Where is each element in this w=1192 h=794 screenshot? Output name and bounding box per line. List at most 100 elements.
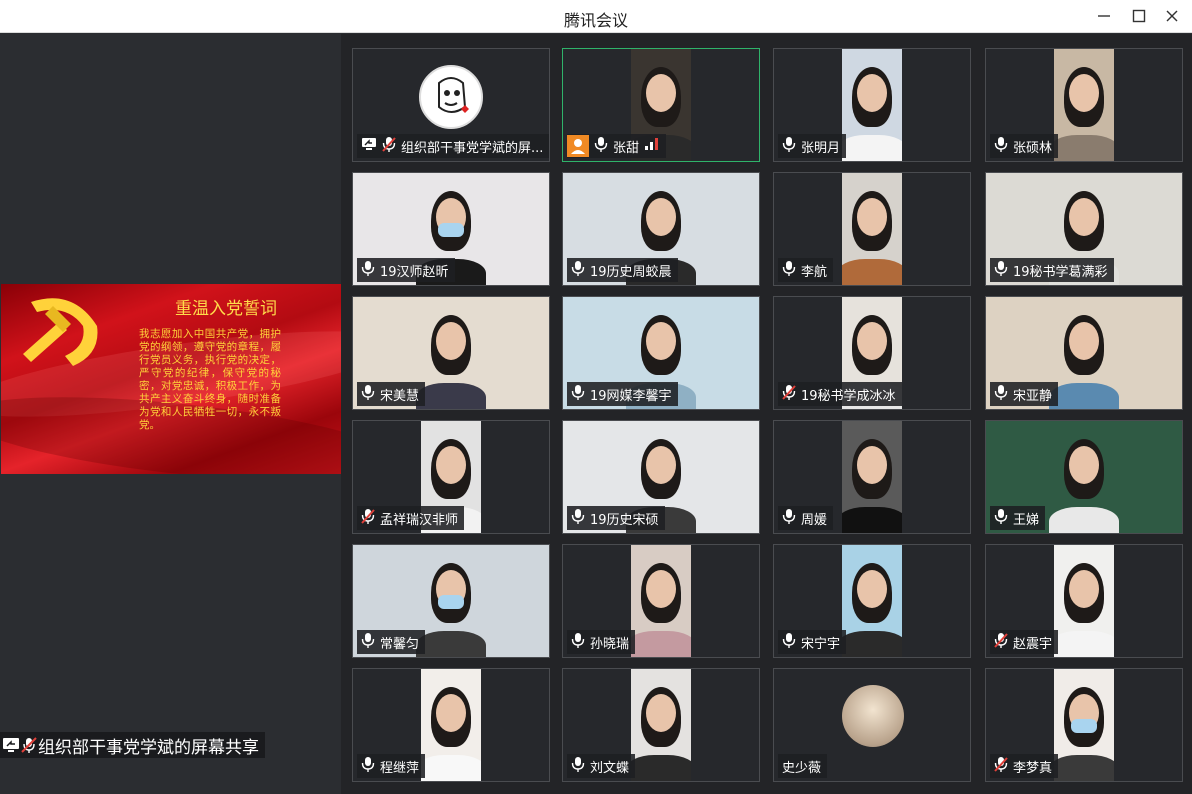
participant-name: 19网媒李馨宇: [590, 388, 672, 404]
mic-muted-icon: [782, 384, 796, 405]
participant-label: 张明月: [778, 134, 847, 158]
participant-name: 赵震宇: [1013, 636, 1053, 652]
participant-name: 孙晓瑞: [590, 636, 630, 652]
minimize-button[interactable]: [1090, 4, 1118, 28]
participant-tile[interactable]: 19汉师赵昕: [352, 172, 550, 286]
shared-slide: 重温入党誓词 我志愿加入中国共产党，拥护党的纲领，遵守党的章程，履行党员义务，执…: [1, 284, 341, 474]
mic-muted-icon: [361, 508, 375, 529]
participant-name: 史少薇: [782, 760, 822, 776]
participant-label: 19历史周蛟晨: [567, 258, 678, 282]
host-icon: [567, 135, 589, 157]
mic-muted-icon: [382, 136, 396, 157]
slide-text: 我志愿加入中国共产党，拥护党的纲领，遵守党的章程，履行党员义务，执行党的决定，严…: [139, 328, 281, 431]
maximize-icon: [1132, 9, 1146, 23]
participant-label: 周媛: [778, 506, 834, 530]
participant-video: [842, 49, 902, 161]
participant-name: 张甜: [613, 140, 640, 156]
mic-muted-icon: [994, 756, 1008, 777]
participant-label: 李梦真: [990, 754, 1059, 778]
participant-tile[interactable]: 宋亚静: [985, 296, 1183, 410]
participant-name: 刘文蝶: [590, 760, 630, 776]
participant-tile[interactable]: 宋宁宇: [773, 544, 971, 658]
mic-icon: [994, 384, 1008, 405]
participant-video: [1054, 49, 1114, 161]
participant-tile[interactable]: 组织部干事党学斌的屏...: [352, 48, 550, 162]
participant-label: 李航: [778, 258, 834, 282]
participant-label: 宋亚静: [990, 382, 1059, 406]
participant-video: [842, 421, 902, 533]
participant-label: 刘文蝶: [567, 754, 636, 778]
participant-label: 张硕林: [990, 134, 1059, 158]
maximize-button[interactable]: [1125, 4, 1153, 28]
signal-icon: [644, 137, 660, 155]
participant-label: 19秘书学成冰冰: [778, 382, 902, 406]
participant-video: [421, 669, 481, 781]
mic-icon: [361, 756, 375, 777]
participant-tile[interactable]: 王娣: [985, 420, 1183, 534]
participant-tile[interactable]: 19秘书学成冰冰: [773, 296, 971, 410]
mic-icon: [994, 508, 1008, 529]
participant-tile[interactable]: 赵震宇: [985, 544, 1183, 658]
participant-label: 史少薇: [778, 754, 828, 778]
participant-tile[interactable]: 孙晓瑞: [562, 544, 760, 658]
participant-tile[interactable]: 孟祥瑞汉非师: [352, 420, 550, 534]
mic-icon: [571, 260, 585, 281]
participant-name: 19历史宋硕: [590, 512, 659, 528]
mic-icon: [594, 136, 608, 157]
participant-name: 孟祥瑞汉非师: [380, 512, 459, 528]
participant-name: 19汉师赵昕: [380, 264, 449, 280]
participant-label: 程继萍: [357, 754, 426, 778]
party-emblem-icon: [23, 298, 98, 366]
participant-tile[interactable]: 常馨匀: [352, 544, 550, 658]
close-button[interactable]: [1158, 4, 1186, 28]
participant-name: 王娣: [1013, 512, 1040, 528]
mic-icon: [782, 632, 796, 653]
participant-tile[interactable]: 宋美慧: [352, 296, 550, 410]
mic-icon: [994, 136, 1008, 157]
participant-video: [1054, 669, 1114, 781]
participant-name: 19秘书学成冰冰: [801, 388, 896, 404]
mic-icon: [361, 632, 375, 653]
close-icon: [1166, 10, 1178, 22]
participant-name: 张明月: [801, 140, 841, 156]
participant-label: 孟祥瑞汉非师: [357, 506, 465, 530]
slide-title: 重温入党誓词: [175, 299, 277, 319]
participant-video: [631, 669, 691, 781]
screen-share-icon: [3, 738, 19, 752]
participant-tile[interactable]: 张明月: [773, 48, 971, 162]
participant-tile[interactable]: 张硕林: [985, 48, 1183, 162]
participant-tile[interactable]: 19历史周蛟晨: [562, 172, 760, 286]
screen-share-icon: [361, 137, 377, 155]
participant-tile[interactable]: 程继萍: [352, 668, 550, 782]
participant-tile[interactable]: 刘文蝶: [562, 668, 760, 782]
participant-label: 19秘书学葛满彩: [990, 258, 1114, 282]
participant-name: 张硕林: [1013, 140, 1053, 156]
participant-avatar: [419, 65, 483, 129]
participant-name: 19秘书学葛满彩: [1013, 264, 1108, 280]
participant-label: 19网媒李馨宇: [567, 382, 678, 406]
mic-icon: [782, 136, 796, 157]
participant-label: 宋美慧: [357, 382, 426, 406]
participant-tile[interactable]: 李梦真: [985, 668, 1183, 782]
participant-name: 宋美慧: [380, 388, 420, 404]
participant-tile[interactable]: 张甜: [562, 48, 760, 162]
participant-tile[interactable]: 19秘书学葛满彩: [985, 172, 1183, 286]
mic-icon: [571, 384, 585, 405]
participant-name: 19历史周蛟晨: [590, 264, 672, 280]
participant-label: 宋宁宇: [778, 630, 847, 654]
title-bar: 腾讯会议: [0, 0, 1192, 33]
participant-name: 组织部干事党学斌的屏...: [401, 140, 544, 156]
participant-name: 李航: [801, 264, 828, 280]
participant-tile[interactable]: 19网媒李馨宇: [562, 296, 760, 410]
participant-tile[interactable]: 史少薇: [773, 668, 971, 782]
participant-label: 张甜: [567, 134, 667, 158]
screen-share-label-text: 组织部干事党学斌的屏幕共享: [38, 737, 259, 758]
mic-icon: [571, 508, 585, 529]
screen-share-label: 组织部干事党学斌的屏幕共享: [0, 732, 265, 758]
participant-video: [842, 545, 902, 657]
participant-name: 宋亚静: [1013, 388, 1053, 404]
participant-tile[interactable]: 周媛: [773, 420, 971, 534]
mic-icon: [782, 260, 796, 281]
participant-tile[interactable]: 李航: [773, 172, 971, 286]
participant-tile[interactable]: 19历史宋硕: [562, 420, 760, 534]
